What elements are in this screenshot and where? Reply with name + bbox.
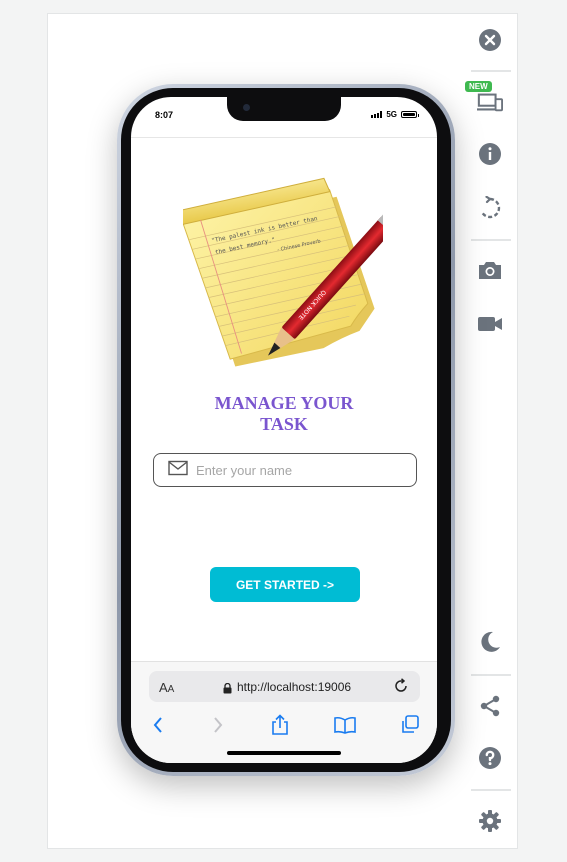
text-size-small: A (167, 684, 175, 695)
front-camera (243, 104, 250, 111)
text-size-big: A (159, 680, 168, 695)
notch (227, 97, 341, 121)
get-started-button[interactable]: GET STARTED -> (210, 567, 360, 602)
name-field[interactable] (153, 453, 417, 487)
camera-icon[interactable] (477, 257, 503, 283)
dark-mode-icon[interactable] (477, 629, 503, 655)
signal-icon (371, 111, 383, 118)
phone-screen: 8:07 5G "The palest ink is better than t… (131, 97, 437, 763)
text-size-button[interactable]: AA (159, 680, 174, 695)
home-indicator (227, 751, 341, 755)
forward-icon[interactable] (205, 712, 231, 738)
rotate-icon[interactable] (477, 195, 503, 221)
close-icon[interactable] (477, 27, 503, 53)
status-divider (131, 137, 437, 138)
back-icon[interactable] (145, 712, 171, 738)
share-page-icon[interactable] (267, 712, 293, 738)
battery-icon (401, 111, 419, 118)
title-line-1: MANAGE YOUR (214, 393, 354, 413)
toolbar-divider (471, 239, 511, 241)
new-badge: NEW (465, 81, 492, 92)
tabs-icon[interactable] (397, 712, 423, 738)
info-icon[interactable] (477, 141, 503, 167)
toolbar-divider (471, 70, 511, 72)
browser-bar: AA http://localhost:19006 (131, 661, 437, 763)
video-icon[interactable] (477, 311, 503, 337)
status-time: 8:07 (155, 110, 174, 120)
help-icon[interactable] (477, 745, 503, 771)
name-input[interactable] (196, 462, 396, 478)
mail-icon (168, 460, 188, 481)
toolbar-divider (471, 674, 511, 676)
toolbar-divider (471, 789, 511, 791)
reload-icon[interactable] (393, 678, 409, 699)
lock-icon (223, 681, 232, 699)
notepad-illustration: "The palest ink is better than the best … (183, 177, 383, 367)
settings-icon[interactable] (477, 808, 503, 834)
status-indicators: 5G (371, 110, 419, 119)
browser-nav (131, 712, 437, 738)
bookmarks-icon[interactable] (332, 712, 358, 738)
devices-icon[interactable] (477, 89, 503, 115)
share-icon[interactable] (477, 693, 503, 719)
title-line-2: TASK (260, 414, 308, 434)
page-title: MANAGE YOUR TASK (131, 393, 437, 435)
url-bar[interactable]: AA http://localhost:19006 (149, 671, 420, 702)
network-label: 5G (386, 110, 397, 119)
url-text: http://localhost:19006 (237, 680, 352, 694)
